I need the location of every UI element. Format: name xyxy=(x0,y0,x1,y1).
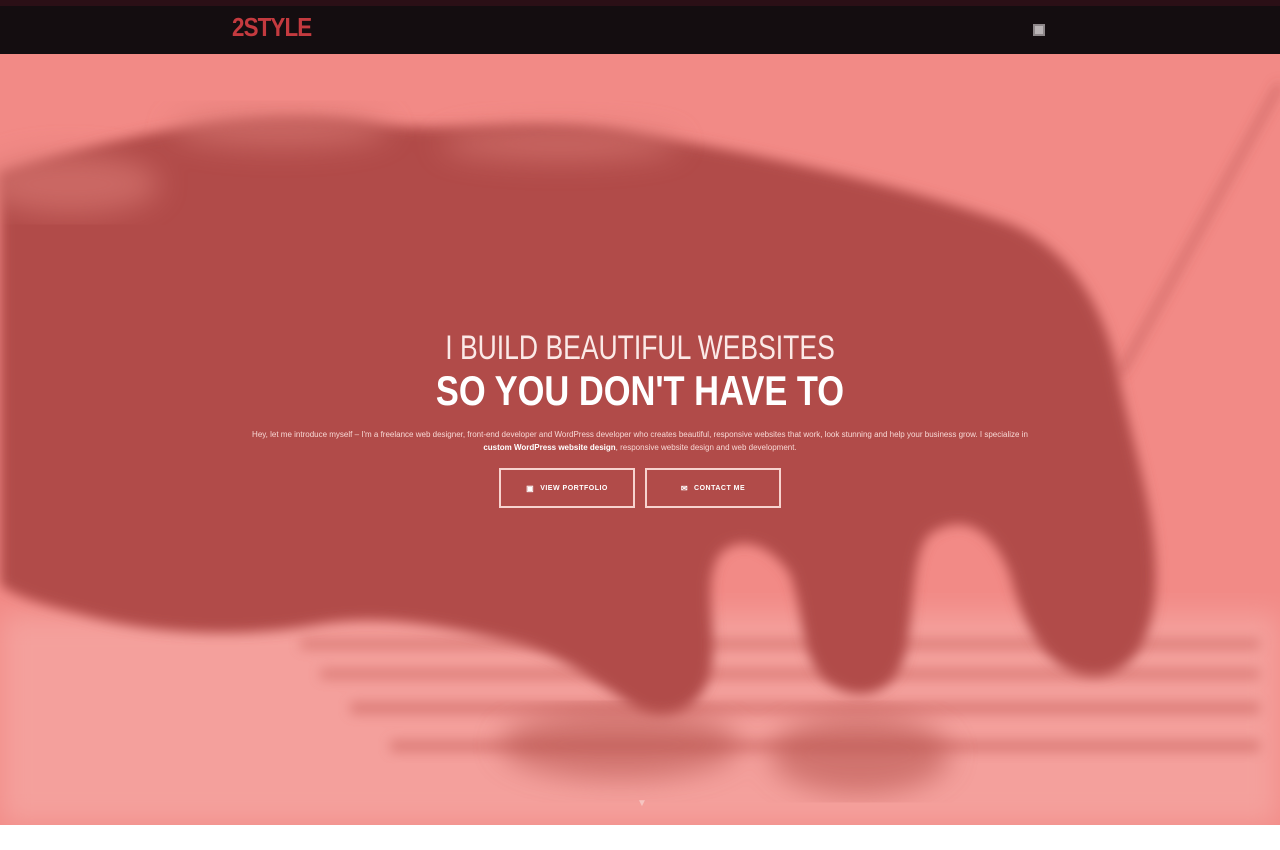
chevron-down-icon[interactable]: ▼ xyxy=(637,799,647,809)
menu-icon-glyph xyxy=(1033,24,1045,36)
portfolio-icon: ▣ xyxy=(526,483,535,493)
page-bottom-strip xyxy=(0,825,1280,850)
site-logo[interactable]: 2STYLE xyxy=(232,14,312,40)
view-portfolio-button[interactable]: ▣ VIEW PORTFOLIO xyxy=(499,468,635,508)
view-portfolio-label: VIEW PORTFOLIO xyxy=(540,484,608,492)
intro-text-part1: Hey, let me introduce myself – I'm a fre… xyxy=(252,430,802,439)
intro-text-part2: work, look stunning and help your busine… xyxy=(803,430,1028,439)
hamburger-menu-icon[interactable] xyxy=(1030,21,1048,39)
hero-content: I BUILD BEAUTIFUL WEBSITES SO YOU DON'T … xyxy=(0,328,1280,508)
hero-headline-line2: SO YOU DON'T HAVE TO xyxy=(435,367,845,414)
intro-text-part3: , responsive website design and web deve… xyxy=(615,443,797,452)
contact-icon: ✉ xyxy=(680,483,689,493)
contact-me-label: CONTACT ME xyxy=(694,484,746,492)
hero-button-row: ▣ VIEW PORTFOLIO ✉ CONTACT ME xyxy=(0,468,1280,508)
contact-me-button[interactable]: ✉ CONTACT ME xyxy=(645,468,781,508)
hero-section: I BUILD BEAUTIFUL WEBSITES SO YOU DON'T … xyxy=(0,54,1280,825)
hero-intro-text: Hey, let me introduce myself – I'm a fre… xyxy=(240,428,1040,454)
intro-text-bold: custom WordPress website design xyxy=(483,443,616,452)
hero-headline-line1: I BUILD BEAUTIFUL WEBSITES xyxy=(445,329,835,367)
top-navigation-bar: 2STYLE xyxy=(0,0,1280,54)
